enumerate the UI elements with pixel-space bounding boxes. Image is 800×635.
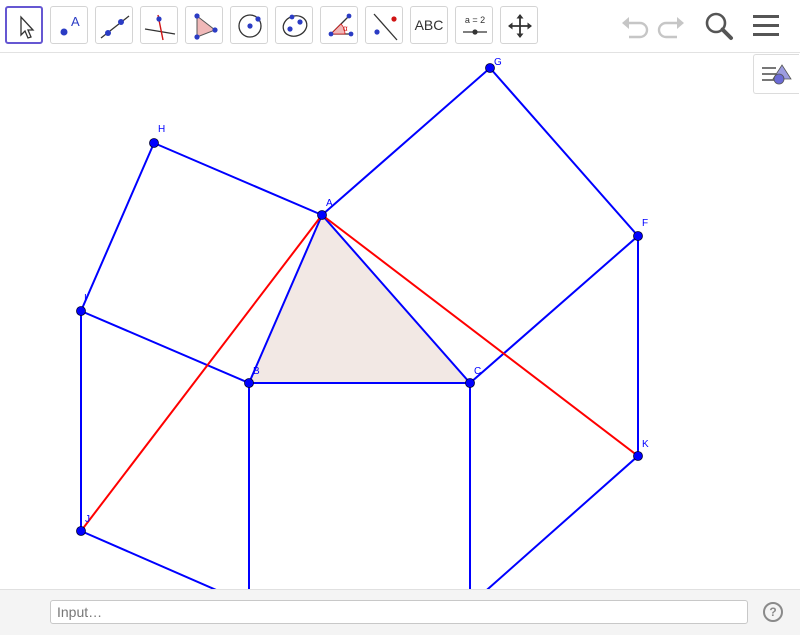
line-through-two-points-icon (100, 15, 130, 39)
cursor-arrow-icon (20, 15, 35, 39)
line-tool-button[interactable] (95, 6, 133, 44)
point-f-label: F (642, 218, 648, 229)
point-tool-button[interactable]: A (50, 6, 88, 44)
point-icon: A (60, 14, 80, 36)
point-i-label: I (84, 293, 87, 304)
point-a-label: A (326, 198, 333, 209)
point-g[interactable]: G (485, 57, 503, 73)
text-tool-button[interactable]: ABC (410, 6, 448, 44)
toolbar: A α ABC a = 2 (0, 0, 800, 53)
menu-icon (753, 15, 779, 36)
style-bar-toggle-icon (762, 64, 792, 85)
point-k-label: K (642, 439, 649, 450)
search-button[interactable] (703, 10, 735, 42)
angle-tool-button[interactable]: α (320, 6, 358, 44)
move-tool-button[interactable] (5, 6, 43, 44)
angle-tool-label: α (343, 24, 348, 33)
circle-tool-button[interactable] (230, 6, 268, 44)
point-a[interactable]: A (317, 198, 334, 220)
redo-icon (657, 17, 684, 39)
point-i[interactable]: I (76, 293, 87, 316)
triangle-abc[interactable] (247, 213, 473, 384)
reflect-about-line-icon (373, 13, 398, 41)
angle-icon: α (328, 13, 354, 37)
reflect-tool-button[interactable] (365, 6, 403, 44)
point-j-label: J (85, 514, 90, 525)
input-bar: ? (0, 589, 800, 635)
algebra-input-field[interactable] (50, 600, 748, 624)
point-f[interactable]: F (633, 218, 649, 241)
point-g-label: G (494, 57, 502, 68)
point-c[interactable]: C (465, 366, 482, 388)
ellipse-icon (282, 14, 308, 37)
move-arrows-icon (508, 14, 532, 38)
perpendicular-line-icon (144, 14, 176, 41)
perpendicular-line-tool-button[interactable] (140, 6, 178, 44)
main-menu-button[interactable] (750, 10, 782, 42)
text-icon: ABC (414, 17, 444, 33)
style-bar-toggle-button[interactable] (753, 54, 799, 94)
slider-icon: a = 2 (463, 15, 487, 35)
slider-tool-label: a = 2 (465, 15, 485, 25)
undo-icon (622, 17, 649, 39)
search-icon (705, 12, 733, 40)
move-graphics-view-tool-button[interactable] (500, 6, 538, 44)
undo-button[interactable] (618, 10, 650, 42)
polygon-icon (194, 13, 218, 40)
segment-ij[interactable] (80, 311, 230, 589)
point-tool-label: A (71, 14, 80, 29)
point-c-label: C (474, 366, 481, 377)
help-icon[interactable]: ? (763, 602, 783, 622)
point-h[interactable]: H (149, 124, 166, 148)
construction-drawing: A B C F G H I J K (76, 57, 650, 589)
point-b[interactable]: B (244, 366, 261, 388)
point-j[interactable]: J (76, 514, 91, 536)
point-b-label: B (253, 366, 260, 377)
square-on-bc[interactable] (248, 383, 471, 589)
polygon-tool-button[interactable] (185, 6, 223, 44)
point-h-label: H (158, 124, 165, 135)
slider-tool-button[interactable]: a = 2 (455, 6, 493, 44)
graphics-view[interactable]: A B C F G H I J K (0, 53, 800, 589)
point-k[interactable]: K (633, 439, 650, 461)
circle-center-point-icon (238, 14, 262, 38)
redo-button[interactable] (656, 10, 688, 42)
conic-tool-button[interactable] (275, 6, 313, 44)
segment-fk[interactable] (480, 236, 639, 589)
